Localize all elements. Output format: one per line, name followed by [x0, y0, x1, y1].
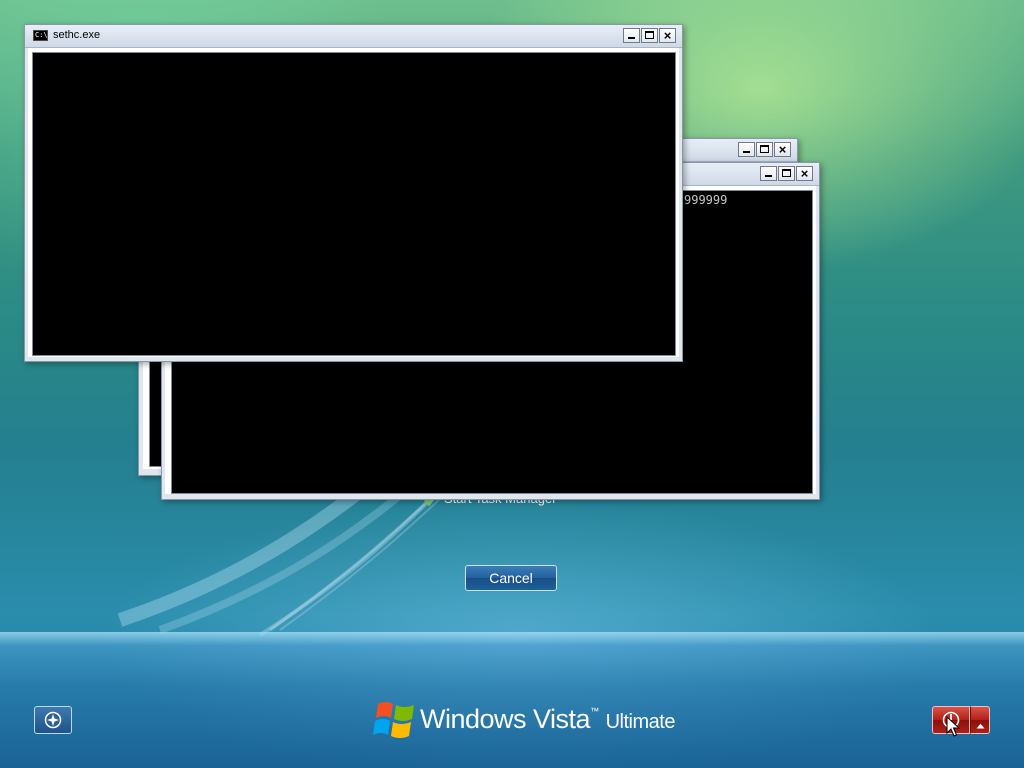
window-controls: ×	[760, 166, 813, 182]
maximize-button[interactable]	[641, 28, 658, 43]
cancel-button[interactable]: Cancel	[465, 565, 557, 591]
minimize-button[interactable]	[738, 142, 755, 157]
windows-vista-logo: Windows Vista™ Ultimate	[370, 696, 675, 744]
console-icon: C:\	[33, 30, 48, 41]
maximize-button[interactable]	[756, 142, 773, 157]
console-output-text: 999999	[684, 193, 728, 207]
shutdown-options-button[interactable]	[970, 706, 990, 734]
ease-of-access-button[interactable]	[34, 706, 72, 734]
shutdown-button-group	[932, 706, 990, 734]
product-name: Windows Vista	[420, 704, 591, 734]
window-title: sethc.exe	[53, 29, 101, 41]
logo-text: Windows Vista™ Ultimate	[420, 704, 675, 735]
close-button[interactable]: ×	[796, 166, 813, 181]
minimize-button[interactable]	[760, 166, 777, 181]
arrow-up-icon	[976, 716, 985, 729]
console-window-sethc-titlebar[interactable]: C:\ sethc.exe ×	[25, 25, 682, 48]
close-button[interactable]: ×	[774, 142, 791, 157]
window-controls: ×	[738, 142, 791, 158]
windows-flag-icon	[372, 698, 418, 742]
console-screen[interactable]	[32, 52, 676, 356]
console-window-sethc[interactable]: C:\ sethc.exe ×	[24, 24, 683, 362]
trademark-symbol: ™	[590, 706, 599, 716]
maximize-button[interactable]	[778, 166, 795, 181]
mouse-cursor	[946, 715, 961, 738]
window-controls: ×	[623, 28, 676, 44]
close-button[interactable]: ×	[659, 28, 676, 43]
ease-of-access-icon	[44, 711, 62, 729]
minimize-button[interactable]	[623, 28, 640, 43]
edition-name: Ultimate	[605, 711, 676, 733]
